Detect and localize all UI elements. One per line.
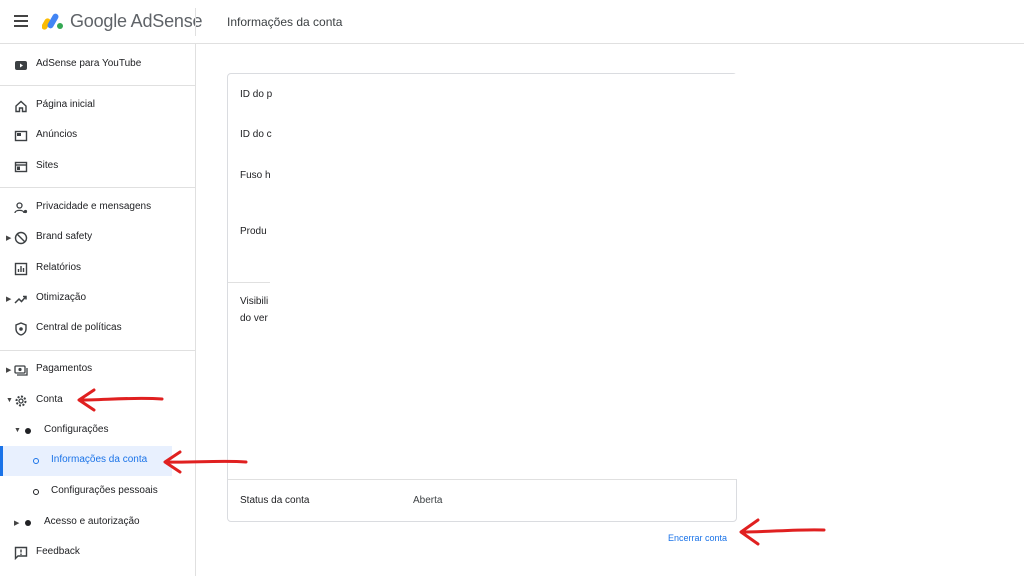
expand-caret-icon: ▶ [6,296,12,303]
sidebar-item-label: Acesso e autorização [44,516,140,527]
sidebar-item-access[interactable]: ▶ Acesso e autorização [0,508,195,538]
home-icon [15,100,27,113]
sidebar-item-label: Pagamentos [36,363,93,374]
expand-caret-icon: ▶ [6,367,12,374]
adsense-logo-icon [42,13,63,30]
ring-bullet-icon [33,489,39,495]
shield-icon [15,322,27,336]
publisher-id-label: ID do p [240,89,273,100]
ring-bullet-icon [33,458,39,464]
timezone-label: Fuso h [240,170,271,181]
header-divider [195,8,196,36]
row-divider [228,479,736,480]
person-settings-icon [14,202,28,214]
sidebar-item-label: Anúncios [36,129,78,140]
sidebar-item-payments[interactable]: ▶ Pagamentos [0,355,195,385]
sidebar-item-label: Privacidade e mensagens [36,201,152,212]
sidebar-item-optimization[interactable]: ▶ Otimização [0,284,195,314]
sidebar-item-label: Configurações [44,424,109,435]
reports-icon [14,262,28,276]
visibility-label-line1: Visibili [240,296,269,307]
close-account-link[interactable]: Encerrar conta [668,533,727,543]
products-label: Produ [240,226,267,237]
account-status-label: Status da conta [240,495,310,506]
sites-icon [14,161,28,173]
sidebar-item-account-info[interactable]: Informações da conta [0,446,172,476]
annotation-arrow-icon [739,518,826,546]
annotation-arrow-icon [163,450,248,474]
payments-icon [14,365,28,376]
visibility-label-line2: do ver [240,313,268,324]
sidebar-item-label: Brand safety [36,231,93,242]
sidebar-item-home[interactable]: Página inicial [0,91,195,121]
youtube-icon [15,61,27,70]
redacted-area [270,74,737,479]
account-status-value: Aberta [413,495,443,506]
collapse-caret-icon: ▼ [6,397,13,404]
sidebar-item-sites[interactable]: Sites [0,152,195,182]
sidebar-item-ads[interactable]: Anúncios [0,121,195,151]
sidebar-item-label: Otimização [36,292,87,303]
expand-caret-icon: ▶ [6,235,12,242]
sidebar: AdSense para YouTube Página inicial Anún… [0,44,196,576]
sidebar-item-label: AdSense para YouTube [36,58,142,69]
block-icon [14,231,28,245]
expand-caret-icon: ▶ [14,520,20,527]
sidebar-item-label: Feedback [36,546,80,557]
row-divider [228,282,270,283]
active-indicator [0,446,3,476]
sidebar-item-brand-safety[interactable]: ▶ Brand safety [0,223,195,253]
hamburger-menu-icon[interactable] [14,15,28,27]
ads-icon [14,130,28,142]
bullet-icon [25,428,31,434]
sidebar-divider [0,187,195,188]
brand-name: Google AdSense [70,11,203,31]
sidebar-item-label: Relatórios [36,262,82,273]
sidebar-divider [0,85,195,86]
sidebar-item-youtube[interactable]: AdSense para YouTube [0,50,195,80]
annotation-arrow-icon [77,388,164,412]
customer-id-label: ID do c [240,129,272,140]
sidebar-item-label: Conta [36,394,63,405]
sidebar-item-label: Sites [36,160,59,171]
sidebar-item-label: Informações da conta [51,454,148,465]
sidebar-item-label: Configurações pessoais [51,485,158,496]
bullet-icon [25,520,31,526]
sidebar-item-reports[interactable]: Relatórios [0,254,195,284]
sidebar-item-policy-center[interactable]: Central de políticas [0,314,195,344]
sidebar-item-personal-settings[interactable]: Configurações pessoais [0,477,195,507]
sidebar-item-feedback[interactable]: Feedback [0,538,195,568]
sidebar-item-label: Página inicial [36,99,95,110]
sidebar-item-privacy[interactable]: Privacidade e mensagens [0,193,195,223]
top-app-bar: Google AdSense Informações da conta [0,0,1024,44]
gear-icon [15,395,27,407]
sidebar-item-settings[interactable]: ▼ Configurações [0,416,195,446]
sidebar-divider [0,350,195,351]
collapse-caret-icon: ▼ [14,427,21,434]
page-title: Informações da conta [227,15,343,29]
feedback-icon [14,546,28,560]
trending-up-icon [14,295,27,304]
account-info-card: ID do p ID do c Fuso h Produ Visibili do… [227,73,737,522]
sidebar-item-label: Central de políticas [36,322,122,333]
